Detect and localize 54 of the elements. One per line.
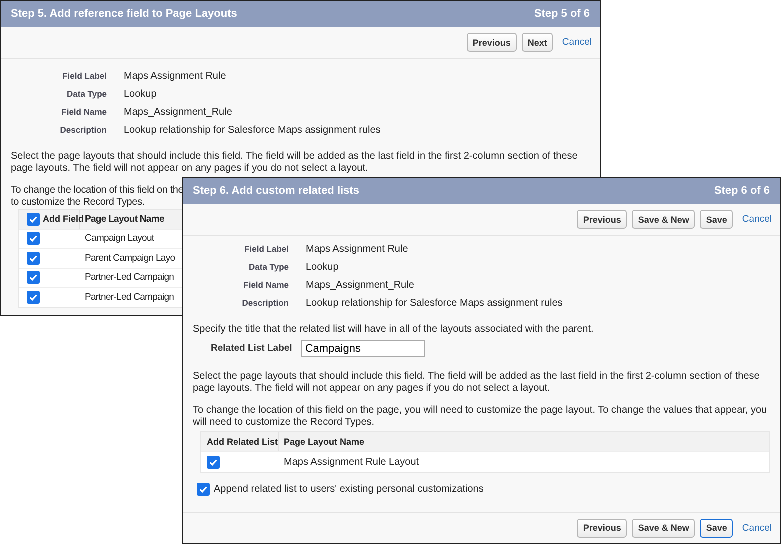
step-indicator: Step 6 of 6 bbox=[714, 185, 770, 197]
field-label: Description bbox=[59, 124, 107, 137]
row-checkbox[interactable] bbox=[27, 252, 40, 265]
instructions-text: Select the page layouts that should include this field. The field will be added as the last field in the first 2-column section of these page layouts. The field will not appear on any pages if you do not select a layout. bbox=[193, 371, 761, 395]
field-label: Field Name bbox=[242, 279, 289, 292]
cancel-link[interactable]: Cancel bbox=[742, 214, 772, 225]
select-all-checkbox[interactable] bbox=[27, 212, 40, 226]
step-indicator: Step 5 of 6 bbox=[534, 8, 590, 20]
field-label: Data Type bbox=[248, 261, 289, 274]
layout-name: Maps Assignment Rule Layout bbox=[284, 456, 420, 468]
nav-button[interactable]: Previous bbox=[466, 33, 517, 52]
nav-button[interactable]: Save bbox=[700, 210, 734, 229]
layout-name: Partner-Led Campaign bbox=[85, 292, 174, 303]
layout-name: Campaign Layout bbox=[85, 233, 154, 244]
field-value: Lookup relationship for Salesforce Maps assignment rules bbox=[124, 124, 382, 137]
row-checkbox[interactable] bbox=[27, 232, 40, 246]
field-label: Data Type bbox=[66, 88, 107, 101]
nav-button[interactable]: Save bbox=[700, 518, 734, 538]
nav-button[interactable]: Previous bbox=[577, 210, 628, 229]
field-label: Field Name bbox=[60, 106, 107, 119]
checkbox-label: Append related list to users' existing personal customizations bbox=[214, 484, 484, 495]
column-header: Page Layout Name bbox=[85, 214, 164, 225]
row-checkbox[interactable] bbox=[207, 456, 220, 468]
field-value: Lookup bbox=[306, 261, 340, 274]
column-header: Add Field bbox=[43, 214, 84, 224]
instructions-text: To change the location of this field on the page, you will need to customize the page layout. To change the values that appear, you will need to customize the Record Types. bbox=[193, 405, 768, 429]
row-checkbox[interactable] bbox=[27, 271, 40, 284]
field-value: Lookup relationship for Salesforce Maps assignment rules bbox=[306, 297, 564, 310]
append-checkbox[interactable] bbox=[197, 483, 210, 496]
field-label: Field Label bbox=[62, 70, 107, 83]
related-list-label-field[interactable]: Campaigns bbox=[301, 340, 426, 357]
window-title: Step 5. Add reference field to Page Layouts bbox=[11, 8, 238, 20]
field-value: Maps_Assignment_Rule bbox=[306, 279, 416, 292]
field-label: Related List Label bbox=[211, 343, 292, 354]
window-title: Step 6. Add custom related lists bbox=[193, 185, 360, 197]
layout-name: Parent Campaign Layo bbox=[85, 252, 176, 264]
nav-button[interactable]: Previous bbox=[577, 518, 628, 538]
row-checkbox[interactable] bbox=[27, 290, 40, 304]
instructions-text: Select the page layouts that should include this field. The field will be added as the last field in the first 2-column section of these page layouts. The field will not appear on any pages if you do not select a layout. bbox=[11, 151, 579, 175]
column-header: Add Related List bbox=[207, 436, 278, 446]
nav-button[interactable]: Next bbox=[522, 33, 554, 52]
nav-button[interactable]: Save & New bbox=[632, 210, 696, 229]
field-label: Field Label bbox=[244, 243, 289, 256]
instructions-text: Specify the title that the related list will have in all of the layouts associated with the parent. bbox=[193, 324, 595, 336]
field-label: Description bbox=[241, 297, 289, 310]
column-header: Page Layout Name bbox=[284, 436, 365, 446]
cancel-link[interactable]: Cancel bbox=[742, 522, 772, 534]
field-value: Maps_Assignment_Rule bbox=[124, 106, 234, 119]
field-value: Lookup bbox=[124, 88, 158, 101]
nav-button[interactable]: Save & New bbox=[632, 518, 696, 538]
layout-name: Partner-Led Campaign bbox=[85, 272, 174, 284]
field-value: Maps Assignment Rule bbox=[124, 70, 228, 83]
field-value: Maps Assignment Rule bbox=[306, 243, 410, 256]
cancel-link[interactable]: Cancel bbox=[562, 37, 592, 48]
